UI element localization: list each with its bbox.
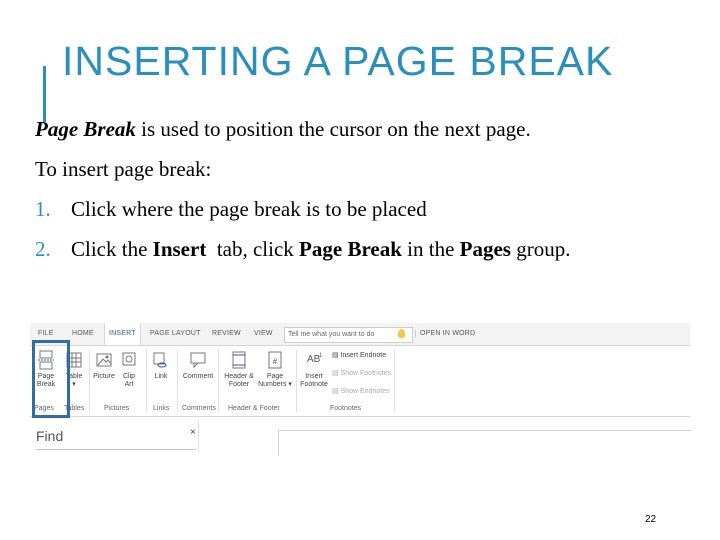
- step-2-page-break: Page Break: [299, 237, 402, 261]
- group-links-label: Links: [153, 405, 170, 412]
- step-2-insert: Insert: [152, 237, 207, 261]
- step-2-pages: Pages: [459, 237, 511, 261]
- step-1-text: Click where the page break is to be plac…: [71, 197, 427, 221]
- tab-view[interactable]: VIEW: [254, 330, 273, 337]
- close-icon[interactable]: ×: [190, 427, 196, 438]
- svg-text:1: 1: [319, 353, 323, 359]
- page-numbers-label-2: Numbers ▾: [258, 381, 292, 388]
- group-pictures-label: Pictures: [104, 405, 130, 412]
- step-2-post: group.: [510, 237, 571, 261]
- insert-footnote-label-2: Footnote: [300, 381, 328, 388]
- group-separator: [296, 350, 297, 412]
- page-numbers-icon: #: [268, 351, 282, 369]
- link-command[interactable]: Link: [150, 350, 172, 381]
- definition-line: Page Break is used to position the curso…: [35, 117, 531, 141]
- step-2-mid2: in the: [401, 237, 460, 261]
- svg-text:#: #: [273, 357, 278, 366]
- tell-me-input[interactable]: Tell me what you want to do: [284, 327, 413, 343]
- comment-icon: [190, 352, 206, 369]
- comment-command[interactable]: Comment: [180, 350, 216, 381]
- find-pane: Find ×: [30, 420, 199, 453]
- title-accent-bar: [43, 66, 46, 122]
- ribbon-tab-bar: FILE HOME INSERT PAGE LAYOUT REVIEW VIEW…: [30, 323, 690, 346]
- tab-review[interactable]: REVIEW: [212, 330, 241, 337]
- step-2-mid: tab, click: [206, 237, 300, 261]
- insert-footnote-label-1: Insert: [305, 373, 323, 380]
- tab-insert[interactable]: INSERT: [104, 323, 141, 345]
- step-1: 1. Click where the page break is to be pl…: [35, 197, 427, 221]
- group-separator: [146, 350, 147, 412]
- show-footnotes-icon: ▤: [332, 370, 341, 377]
- document-area[interactable]: [278, 430, 691, 456]
- link-icon: [153, 352, 167, 368]
- insert-footnote-icon: AB1: [307, 353, 323, 365]
- tab-page-layout[interactable]: PAGE LAYOUT: [150, 330, 201, 337]
- clip-art-label-2: Art: [124, 381, 134, 388]
- step-2-number: 2.: [35, 237, 51, 261]
- group-separator: [218, 350, 219, 412]
- group-separator: [89, 350, 90, 412]
- tab-home[interactable]: HOME: [72, 330, 94, 337]
- page-numbers-label-1: Page: [266, 373, 284, 380]
- show-footnotes-command[interactable]: ▤ Show Footnotes: [332, 370, 391, 378]
- show-endnotes-command[interactable]: ▤ Show Endnotes: [332, 388, 390, 396]
- insert-endnote-label: Insert Endnote: [340, 352, 387, 359]
- page-number: 22: [645, 514, 657, 525]
- definition-text: is used to position the cursor on the ne…: [135, 117, 531, 141]
- header-footer-icon: [232, 351, 246, 369]
- endnote-icon: ▤: [332, 352, 341, 359]
- clip-art-label-1: Clip: [122, 373, 136, 380]
- find-label: Find: [36, 428, 64, 444]
- show-footnotes-label: Show Footnotes: [340, 370, 392, 377]
- open-in-word-button[interactable]: OPEN IN WORD: [415, 330, 475, 337]
- group-header-footer-label: Header & Footer: [228, 405, 280, 412]
- picture-icon: [96, 353, 112, 367]
- show-endnotes-label: Show Endnotes: [340, 388, 390, 395]
- picture-label: Picture: [93, 373, 115, 380]
- find-input[interactable]: [36, 449, 196, 450]
- ribbon-body: Page Break Table ▾ Pages Tables Picture C…: [30, 346, 690, 417]
- tab-file[interactable]: FILE: [38, 330, 54, 337]
- clip-art-icon: [122, 352, 136, 366]
- header-footer-label-2: Footer: [228, 381, 250, 388]
- header-footer-label-1: Header &: [224, 373, 254, 380]
- page-break-term: Page Break: [35, 117, 136, 141]
- step-1-number: 1.: [35, 197, 51, 221]
- group-footnotes-label: Footnotes: [330, 405, 362, 412]
- clip-art-command[interactable]: Clip Art: [118, 350, 140, 389]
- table-dropdown-icon: ▾: [72, 381, 76, 388]
- step-2-pre: Click the: [71, 237, 153, 261]
- show-endnotes-icon: ▤: [332, 388, 341, 395]
- comment-label: Comment: [182, 373, 214, 380]
- insert-footnote-command[interactable]: AB 1 Insert Footnote: [298, 350, 330, 389]
- instruction-intro: To insert page break:: [35, 157, 212, 181]
- picture-command[interactable]: Picture: [92, 350, 116, 381]
- insert-endnote-command[interactable]: ▤ Insert Endnote: [332, 352, 386, 360]
- step-2: 2. Click the Insert tab, click Page Break…: [35, 237, 570, 261]
- link-label: Link: [154, 373, 168, 380]
- group-separator: [394, 350, 395, 412]
- word-ribbon-screenshot: FILE HOME INSERT PAGE LAYOUT REVIEW VIEW…: [30, 323, 691, 456]
- page-break-highlight-box: [32, 340, 70, 418]
- group-comments-label: Comments: [182, 405, 216, 412]
- lightbulb-icon: [398, 329, 405, 338]
- slide-title: INSERTING A PAGE BREAK: [62, 38, 614, 84]
- header-footer-command[interactable]: Header & Footer: [221, 350, 257, 389]
- group-separator: [177, 350, 178, 412]
- page-numbers-command[interactable]: # Page Numbers ▾: [258, 350, 292, 389]
